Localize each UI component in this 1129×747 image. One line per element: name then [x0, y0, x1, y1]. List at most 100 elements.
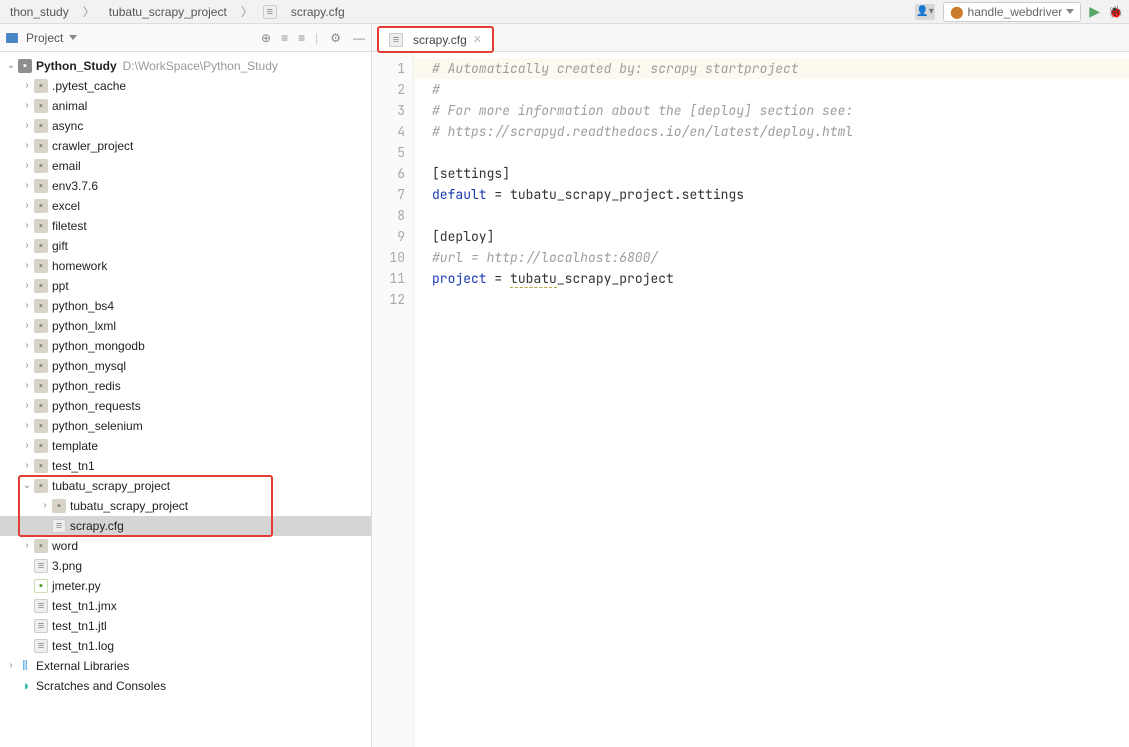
- avatar-icon[interactable]: 👤▾: [915, 4, 935, 20]
- tree-file[interactable]: ›≡test_tn1.jtl: [0, 616, 371, 636]
- chevron-right-icon[interactable]: ›: [20, 156, 34, 176]
- tree-folder[interactable]: ›▪.pytest_cache: [0, 76, 371, 96]
- tree-folder[interactable]: ›▪env3.7.6: [0, 176, 371, 196]
- chevron-right-icon[interactable]: ›: [20, 276, 34, 296]
- tree-folder[interactable]: ›▪ppt: [0, 276, 371, 296]
- tree-item-label: python_requests: [52, 396, 141, 416]
- chevron-right-icon[interactable]: ›: [20, 456, 34, 476]
- tree-folder[interactable]: ›▪python_redis: [0, 376, 371, 396]
- tree-item-label: filetest: [52, 216, 87, 236]
- project-icon: [6, 33, 18, 43]
- tree-item-label: .pytest_cache: [52, 76, 126, 96]
- tree-folder[interactable]: ›▪word: [0, 536, 371, 556]
- folder-icon: ▪: [34, 259, 48, 273]
- chevron-right-icon[interactable]: ›: [20, 336, 34, 356]
- editor-tab[interactable]: ≡ scrapy.cfg ✕: [378, 27, 493, 51]
- chevron-right-icon[interactable]: ›: [20, 256, 34, 276]
- project-view-selector[interactable]: Project: [6, 31, 77, 45]
- editor-tabbar[interactable]: ≡ scrapy.cfg ✕: [372, 24, 1129, 52]
- project-tree[interactable]: ⌄ ▪ Python_Study D:\WorkSpace\Python_Stu…: [0, 52, 371, 747]
- chevron-right-icon[interactable]: ›: [20, 536, 34, 556]
- panel-title-label: Project: [26, 31, 63, 45]
- tree-file[interactable]: ›≡test_tn1.log: [0, 636, 371, 656]
- folder-icon: ▪: [34, 279, 48, 293]
- chevron-right-icon[interactable]: ›: [20, 356, 34, 376]
- tree-folder[interactable]: ›▪async: [0, 116, 371, 136]
- breadcrumb-item[interactable]: tubatu_scrapy_project: [105, 3, 231, 21]
- tree-folder[interactable]: ›▪python_lxml: [0, 316, 371, 336]
- chevron-right-icon[interactable]: ›: [20, 296, 34, 316]
- tree-folder[interactable]: ›▪python_bs4: [0, 296, 371, 316]
- expand-all-button[interactable]: ≡: [281, 31, 288, 45]
- scratches-consoles[interactable]: › ◑ Scratches and Consoles: [0, 676, 371, 696]
- tree-folder[interactable]: ›▪python_requests: [0, 396, 371, 416]
- chevron-right-icon[interactable]: ›: [20, 216, 34, 236]
- collapse-all-button[interactable]: ≡: [298, 31, 305, 45]
- hide-button[interactable]: —: [353, 31, 365, 45]
- chevron-right-icon[interactable]: ›: [20, 396, 34, 416]
- file-icon: ≡: [263, 5, 277, 19]
- breadcrumb[interactable]: thon_study 〉 tubatu_scrapy_project 〉 ≡ s…: [6, 1, 349, 22]
- tree-item-label: scrapy.cfg: [70, 516, 124, 536]
- tree-folder[interactable]: ›▪python_mysql: [0, 356, 371, 376]
- tree-root-path: D:\WorkSpace\Python_Study: [123, 56, 278, 76]
- tree-root[interactable]: ⌄ ▪ Python_Study D:\WorkSpace\Python_Stu…: [0, 56, 371, 76]
- chevron-right-icon[interactable]: ›: [20, 136, 34, 156]
- tree-folder[interactable]: ›▪email: [0, 156, 371, 176]
- project-panel-header: Project ⊕ ≡ ≡ | ⚙ —: [0, 24, 371, 52]
- chevron-right-icon[interactable]: ›: [20, 376, 34, 396]
- tree-folder[interactable]: ›▪crawler_project: [0, 136, 371, 156]
- chevron-right-icon[interactable]: ›: [20, 76, 34, 96]
- chevron-right-icon[interactable]: ›: [20, 176, 34, 196]
- close-icon[interactable]: ✕: [473, 33, 482, 46]
- tree-item-label: gift: [52, 236, 68, 256]
- run-button[interactable]: ▶: [1089, 3, 1100, 20]
- scratch-icon: ◑: [18, 679, 32, 693]
- tree-folder[interactable]: ›▪excel: [0, 196, 371, 216]
- tree-folder[interactable]: ›▪test_tn1: [0, 456, 371, 476]
- chevron-right-icon[interactable]: ›: [20, 416, 34, 436]
- tree-file[interactable]: ›≡3.png: [0, 556, 371, 576]
- chevron-right-icon[interactable]: ›: [20, 196, 34, 216]
- breadcrumb-item[interactable]: scrapy.cfg: [287, 3, 349, 21]
- gear-icon[interactable]: ⚙: [328, 31, 343, 45]
- tree-folder[interactable]: ›▪python_selenium: [0, 416, 371, 436]
- library-icon: ⫴: [18, 659, 32, 673]
- tree-item-label: tubatu_scrapy_project: [52, 476, 170, 496]
- run-config-selector[interactable]: ⬤ handle_webdriver: [943, 2, 1081, 22]
- chevron-right-icon[interactable]: ›: [20, 116, 34, 136]
- chevron-down-icon[interactable]: ⌄: [20, 476, 34, 496]
- external-libraries[interactable]: › ⫴ External Libraries: [0, 656, 371, 676]
- chevron-right-icon[interactable]: ›: [20, 236, 34, 256]
- tree-file-selected[interactable]: › ≡ scrapy.cfg: [0, 516, 371, 536]
- folder-icon: ▪: [34, 419, 48, 433]
- debug-button[interactable]: 🐞: [1108, 5, 1123, 19]
- tree-file[interactable]: ›▪jmeter.py: [0, 576, 371, 596]
- tree-folder[interactable]: ›▪template: [0, 436, 371, 456]
- chevron-right-icon[interactable]: ›: [20, 436, 34, 456]
- code-content[interactable]: # Automatically created by: scrapy start…: [414, 52, 1129, 747]
- locate-button[interactable]: ⊕: [261, 31, 271, 45]
- tree-file[interactable]: ›≡test_tn1.jmx: [0, 596, 371, 616]
- tree-folder[interactable]: ›▪homework: [0, 256, 371, 276]
- file-icon: ≡: [34, 639, 48, 653]
- file-icon: ≡: [34, 559, 48, 573]
- tree-folder[interactable]: ›▪animal: [0, 96, 371, 116]
- tree-root-label: Python_Study: [36, 56, 117, 76]
- tree-folder[interactable]: ›▪python_mongodb: [0, 336, 371, 356]
- top-toolbar: thon_study 〉 tubatu_scrapy_project 〉 ≡ s…: [0, 0, 1129, 24]
- code-editor[interactable]: 123456789101112 # Automatically created …: [372, 52, 1129, 747]
- chevron-right-icon[interactable]: ›: [20, 96, 34, 116]
- tree-folder[interactable]: ›▪filetest: [0, 216, 371, 236]
- folder-icon: ▪: [34, 119, 48, 133]
- chevron-right-icon[interactable]: ›: [4, 656, 18, 676]
- folder-icon: ▪: [34, 339, 48, 353]
- tree-folder[interactable]: › ▪ tubatu_scrapy_project: [0, 496, 371, 516]
- breadcrumb-item[interactable]: thon_study: [6, 3, 73, 21]
- tree-folder[interactable]: ⌄ ▪ tubatu_scrapy_project: [0, 476, 371, 496]
- chevron-down-icon[interactable]: ⌄: [4, 56, 18, 76]
- tree-folder[interactable]: ›▪gift: [0, 236, 371, 256]
- chevron-right-icon[interactable]: ›: [20, 316, 34, 336]
- tree-item-label: 3.png: [52, 556, 82, 576]
- chevron-right-icon[interactable]: ›: [38, 496, 52, 516]
